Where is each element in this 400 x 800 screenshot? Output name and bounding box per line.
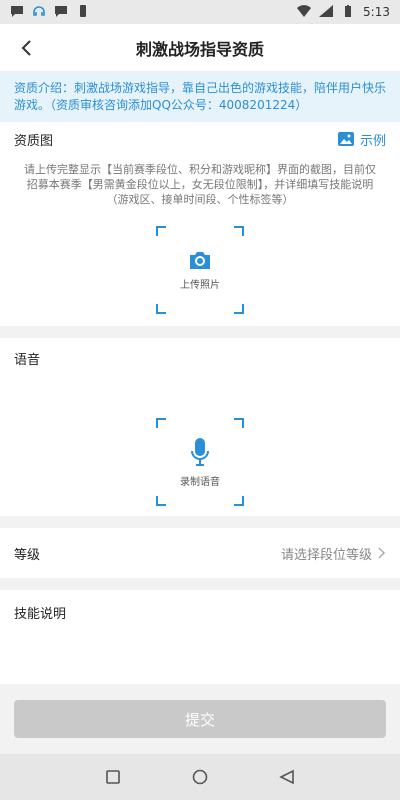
status-time: 5:13	[363, 5, 390, 19]
message-icon	[10, 5, 24, 20]
status-bar: 5:13	[0, 0, 400, 24]
chevron-right-icon	[378, 547, 386, 559]
skills-input[interactable]	[0, 634, 400, 680]
header: 刺激战场指导资质	[0, 24, 400, 72]
upload-photo-button[interactable]: 上传照片	[156, 226, 244, 314]
system-status: 5:13	[297, 4, 390, 20]
recent-apps-button[interactable]	[101, 765, 125, 789]
camera-icon	[190, 251, 210, 269]
signal-icon	[319, 4, 334, 20]
voice-section: 语音 录制语音	[0, 338, 400, 516]
level-placeholder: 请选择段位等级	[280, 547, 372, 563]
back-nav-button[interactable]	[275, 765, 299, 789]
submit-area: 提交	[0, 700, 400, 738]
message-icon	[54, 5, 68, 20]
page-title: 刺激战场指导资质	[135, 39, 264, 59]
submit-button[interactable]: 提交	[14, 700, 386, 738]
headset-icon	[32, 5, 46, 20]
example-label: 示例	[359, 133, 386, 149]
upload-label: 上传照片	[180, 279, 220, 291]
section-title: 技能说明	[14, 606, 67, 622]
record-voice-button[interactable]: 录制语音	[156, 418, 244, 506]
example-link[interactable]: 示例	[337, 130, 386, 149]
circle-icon	[192, 769, 208, 785]
wifi-icon	[297, 4, 312, 20]
level-label: 等级	[14, 547, 41, 563]
system-nav-bar	[0, 754, 400, 800]
battery-icon	[341, 4, 355, 20]
home-button[interactable]	[188, 765, 212, 789]
square-icon	[106, 770, 121, 784]
image-icon	[337, 132, 354, 146]
phone-icon	[76, 4, 90, 20]
triangle-back-icon	[278, 769, 294, 785]
section-title: 资质图	[14, 133, 54, 149]
notification-icons	[10, 4, 90, 20]
microphone-icon	[191, 437, 209, 466]
chevron-left-icon	[21, 40, 31, 56]
upload-instructions: 请上传完整显示【当前赛季段位、积分和游戏昵称】界面的截图，目前仅招募本赛季【男需…	[24, 163, 376, 206]
level-row[interactable]: 等级 请选择段位等级	[0, 528, 400, 578]
back-button[interactable]	[14, 36, 38, 60]
skills-section: 技能说明	[0, 590, 400, 684]
record-label: 录制语音	[180, 476, 220, 488]
qualification-notice: 资质介绍：刺激战场游戏指导，靠自己出色的游戏技能，陪伴用户快乐游戏。（资质审核咨…	[0, 72, 400, 122]
section-title: 语音	[14, 352, 41, 368]
qualification-section: 资质图 示例 请上传完整显示【当前赛季段位、积分和游戏昵称】界面的截图，目前仅招…	[0, 122, 400, 326]
level-select[interactable]: 请选择段位等级	[281, 544, 386, 563]
